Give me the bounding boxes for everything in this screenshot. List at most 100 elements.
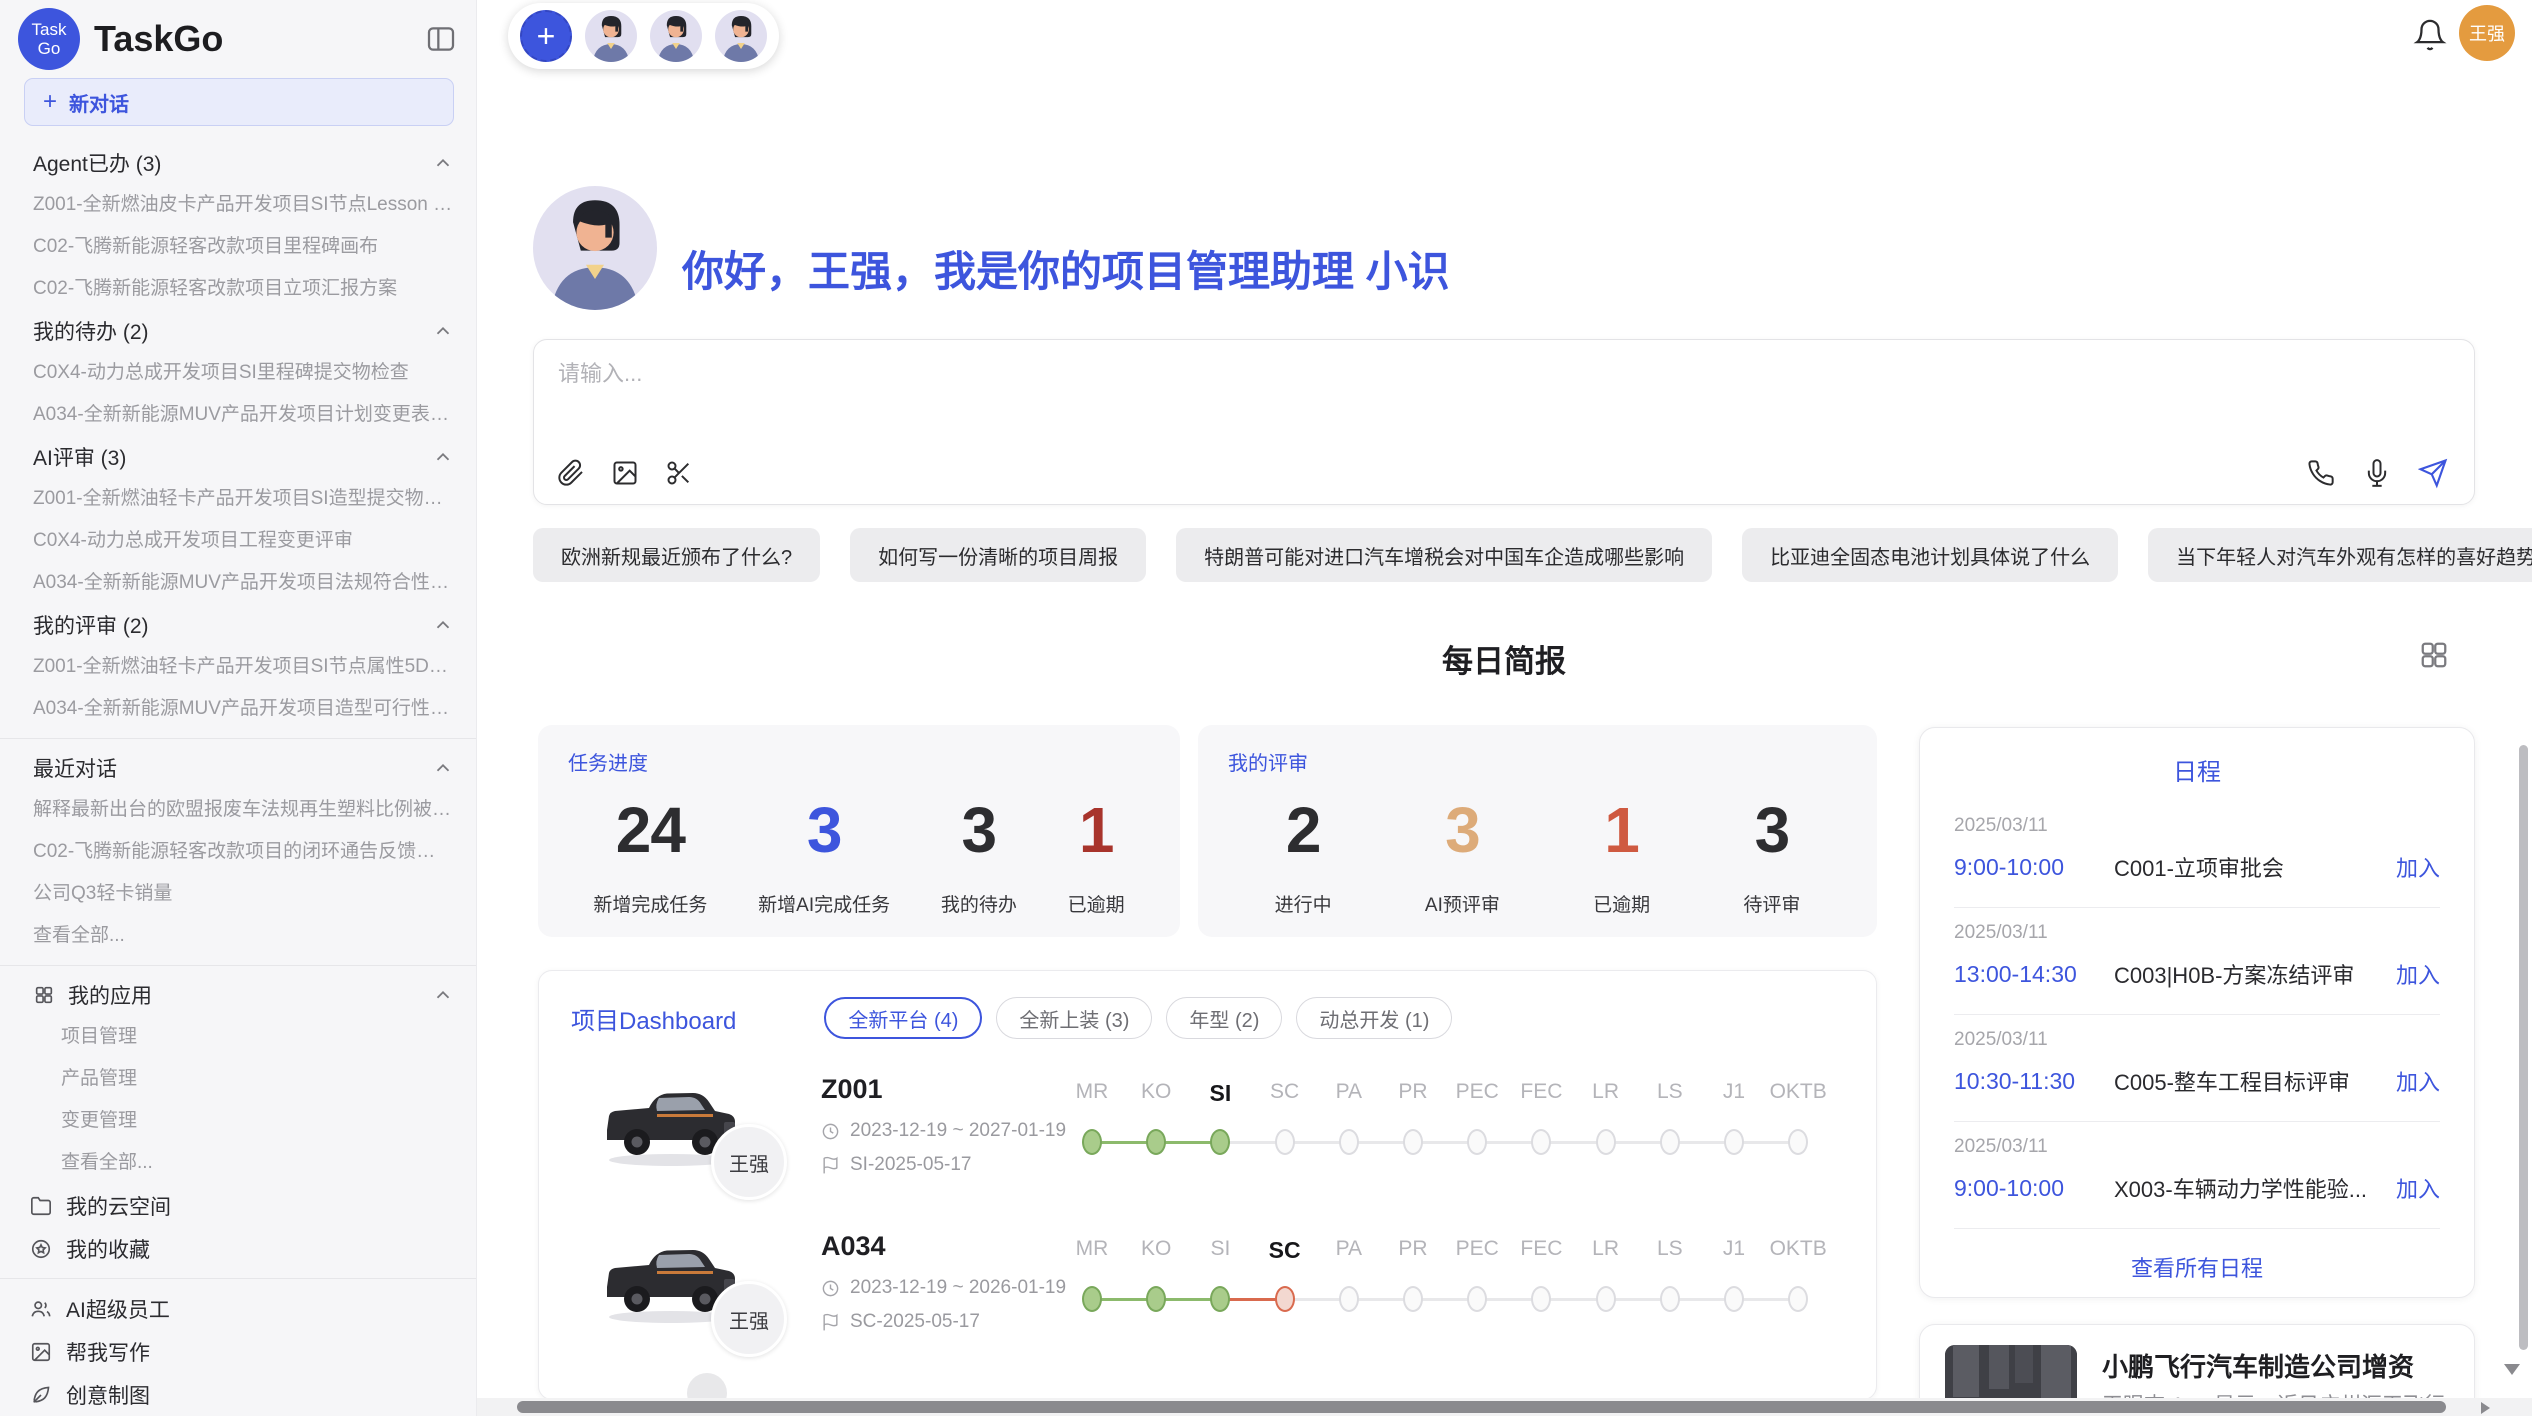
apps-view-all-link[interactable]: 查看全部... — [0, 1142, 476, 1184]
sidebar-item[interactable]: Z001-全新燃油皮卡产品开发项目SI节点Lesson Learn报告 — [0, 184, 476, 226]
section-title: 我的评审 (2) — [33, 610, 149, 640]
stat-value: 1 — [1593, 798, 1650, 862]
app-item[interactable]: 产品管理 — [0, 1058, 476, 1100]
image-upload-icon[interactable] — [610, 458, 640, 488]
add-agent-button[interactable]: + — [520, 10, 572, 62]
schedule-name: C001-立项审批会 — [2114, 851, 2396, 883]
milestone-node — [1596, 1129, 1616, 1155]
sidebar-section-header-recent[interactable]: 最近对话 — [0, 747, 476, 789]
schedule-item[interactable]: 2025/03/119:00-10:00C001-立项审批会加入 — [1920, 801, 2474, 897]
scroll-down-arrow-icon[interactable] — [2504, 1364, 2520, 1375]
app-item[interactable]: 项目管理 — [0, 1016, 476, 1058]
sidebar-section-header-2[interactable]: AI评审 (3) — [0, 436, 476, 478]
horizontal-scrollbar[interactable] — [477, 1398, 2532, 1416]
schedule-name: C005-整车工程目标评审 — [2114, 1065, 2396, 1097]
dashboard-filters: 全新平台 (4) 全新上装 (3) 年型 (2) 动总开发 (1) — [824, 997, 1452, 1039]
sidebar-item[interactable]: C0X4-动力总成开发项目工程变更评审 — [0, 520, 476, 562]
suggestion-chip[interactable]: 特朗普可能对进口汽车增税会对中国车企造成哪些影响 — [1176, 528, 1712, 582]
stat-cell: 3新增AI完成任务 — [758, 798, 890, 917]
milestone-node — [1596, 1286, 1616, 1312]
chevron-up-icon — [432, 320, 454, 342]
schedule-item[interactable]: 2025/03/1113:00-14:30C003|H0B-方案冻结评审加入 — [1920, 908, 2474, 1004]
milestone-node — [1339, 1129, 1359, 1155]
suggestion-chip[interactable]: 如何写一份清晰的项目周报 — [850, 528, 1146, 582]
agent-avatar-bar: + — [508, 3, 779, 69]
project-row[interactable]: 王强Z0012023-12-19 ~ 2027-01-19SI-2025-05-… — [539, 1066, 1877, 1223]
project-dashboard-card: 项目Dashboard 全新平台 (4)全新上装 (3)年型 (2)动总开发 (… — [538, 970, 1877, 1400]
sidebar-section-header-0[interactable]: Agent已办 (3) — [0, 142, 476, 184]
attachment-icon[interactable] — [556, 458, 586, 488]
sidebar-item[interactable]: Z001-全新燃油轻卡产品开发项目SI节点属性5D文件评审 — [0, 646, 476, 688]
scroll-right-arrow-icon[interactable] — [2481, 1402, 2490, 1414]
app-item[interactable]: 变更管理 — [0, 1100, 476, 1142]
chevron-up-icon — [432, 757, 454, 779]
filter-pill[interactable]: 年型 (2) — [1166, 997, 1282, 1039]
scissors-icon[interactable] — [664, 458, 694, 488]
recent-view-all-link[interactable]: 查看全部... — [0, 915, 476, 957]
recent-chat-item[interactable]: C02-飞腾新能源轻客改款项目的闭环通告反馈情况 — [0, 831, 476, 873]
join-link[interactable]: 加入 — [2396, 851, 2440, 883]
taskgo-app: Task Go TaskGo + 新对话 Agent已办 (3)Z001-全新燃… — [0, 0, 2532, 1416]
sidebar-item[interactable]: A034-全新新能源MUV产品开发项目造型可行性评审 — [0, 688, 476, 730]
join-link[interactable]: 加入 — [2396, 958, 2440, 990]
suggestion-chip[interactable]: 比亚迪全固态电池计划具体说了什么 — [1742, 528, 2118, 582]
folder-icon — [30, 1195, 52, 1217]
voice-call-icon[interactable] — [2306, 458, 2336, 488]
sidebar-item[interactable]: A034-全新新能源MUV产品开发项目法规符合性评审 — [0, 562, 476, 604]
sidebar-section-header-3[interactable]: 我的评审 (2) — [0, 604, 476, 646]
project-flag-text: SC-2025-05-17 — [850, 1311, 980, 1333]
chevron-up-icon — [432, 446, 454, 468]
view-all-schedule-link[interactable]: 查看所有日程 — [1920, 1251, 2474, 1283]
sidebar-tool[interactable]: 创意制图 — [0, 1373, 476, 1416]
join-link[interactable]: 加入 — [2396, 1172, 2440, 1204]
sidebar-shortcut[interactable]: 我的收藏 — [0, 1227, 476, 1270]
layout-grid-icon[interactable] — [2419, 640, 2449, 670]
horizontal-scrollbar-thumb[interactable] — [517, 1401, 2446, 1413]
sidebar-section-header-1[interactable]: 我的待办 (2) — [0, 310, 476, 352]
microphone-icon[interactable] — [2362, 458, 2392, 488]
pen-icon — [30, 1384, 52, 1406]
milestone-node — [1275, 1286, 1295, 1312]
stat-label: 已逾期 — [1593, 890, 1650, 917]
schedule-item[interactable]: 2025/03/119:00-10:00X003-车辆动力学性能验...加入 — [1920, 1122, 2474, 1218]
collapse-sidebar-icon[interactable] — [424, 22, 458, 56]
user-avatar[interactable]: 王强 — [2459, 5, 2515, 61]
main-area: + 王强 你好，王强，我是你的项目管理助理 小识 — [477, 0, 2532, 1416]
milestone-node — [1724, 1129, 1744, 1155]
project-date-range: 2023-12-19 ~ 2027-01-19 — [850, 1120, 1066, 1142]
filter-pill[interactable]: 动总开发 (1) — [1296, 997, 1452, 1039]
agent-avatar[interactable] — [715, 10, 767, 62]
sidebar-item[interactable]: C02-飞腾新能源轻客改款项目里程碑画布 — [0, 226, 476, 268]
sidebar-item[interactable]: A034-全新新能源MUV产品开发项目计划变更表编写 — [0, 394, 476, 436]
schedule-item[interactable]: 2025/03/1110:30-11:30C005-整车工程目标评审加入 — [1920, 1015, 2474, 1111]
sidebar-item[interactable]: Z001-全新燃油轻卡产品开发项目SI造型提交物评审 — [0, 478, 476, 520]
recent-chat-item[interactable]: 公司Q3轻卡销量 — [0, 873, 476, 915]
suggestion-chip[interactable]: 当下年轻人对汽车外观有怎样的喜好趋势 — [2148, 528, 2532, 582]
filter-pill[interactable]: 全新平台 (4) — [824, 997, 982, 1039]
chat-input[interactable] — [558, 356, 2258, 436]
project-row[interactable]: 王强A0342023-12-19 ~ 2026-01-19SC-2025-05-… — [539, 1223, 1877, 1380]
sidebar-shortcut[interactable]: 我的云空间 — [0, 1184, 476, 1227]
flag-icon — [821, 1156, 840, 1175]
notification-bell-icon[interactable] — [2413, 18, 2447, 52]
schedule-date: 2025/03/11 — [1954, 1029, 2440, 1051]
vertical-scrollbar-thumb[interactable] — [2519, 745, 2528, 1350]
agent-avatar[interactable] — [585, 10, 637, 62]
suggestion-chip[interactable]: 欧洲新规最近颁布了什么? — [533, 528, 820, 582]
sidebar-tool[interactable]: 帮我写作 — [0, 1330, 476, 1373]
join-link[interactable]: 加入 — [2396, 1065, 2440, 1097]
suggestion-chips: 欧洲新规最近颁布了什么? 如何写一份清晰的项目周报特朗普可能对进口汽车增税会对中国… — [533, 528, 2475, 582]
image-icon — [30, 1341, 52, 1363]
sidebar-item[interactable]: C02-飞腾新能源轻客改款项目立项汇报方案 — [0, 268, 476, 310]
recent-chat-item[interactable]: 解释最新出台的欧盟报废车法规再生塑料比例被调至15%... — [0, 789, 476, 831]
filter-pill[interactable]: 全新上装 (3) — [996, 997, 1152, 1039]
send-icon[interactable] — [2418, 458, 2448, 488]
sidebar-section-header-apps[interactable]: 我的应用 — [0, 974, 476, 1016]
sidebar-tool[interactable]: AI超级员工 — [0, 1287, 476, 1330]
milestone-node — [1210, 1286, 1230, 1312]
stat-value: 3 — [758, 798, 890, 862]
agent-avatar[interactable] — [650, 10, 702, 62]
new-chat-button[interactable]: + 新对话 — [24, 78, 454, 126]
sidebar-item[interactable]: C0X4-动力总成开发项目SI里程碑提交物检查 — [0, 352, 476, 394]
stat-value: 24 — [593, 798, 707, 862]
